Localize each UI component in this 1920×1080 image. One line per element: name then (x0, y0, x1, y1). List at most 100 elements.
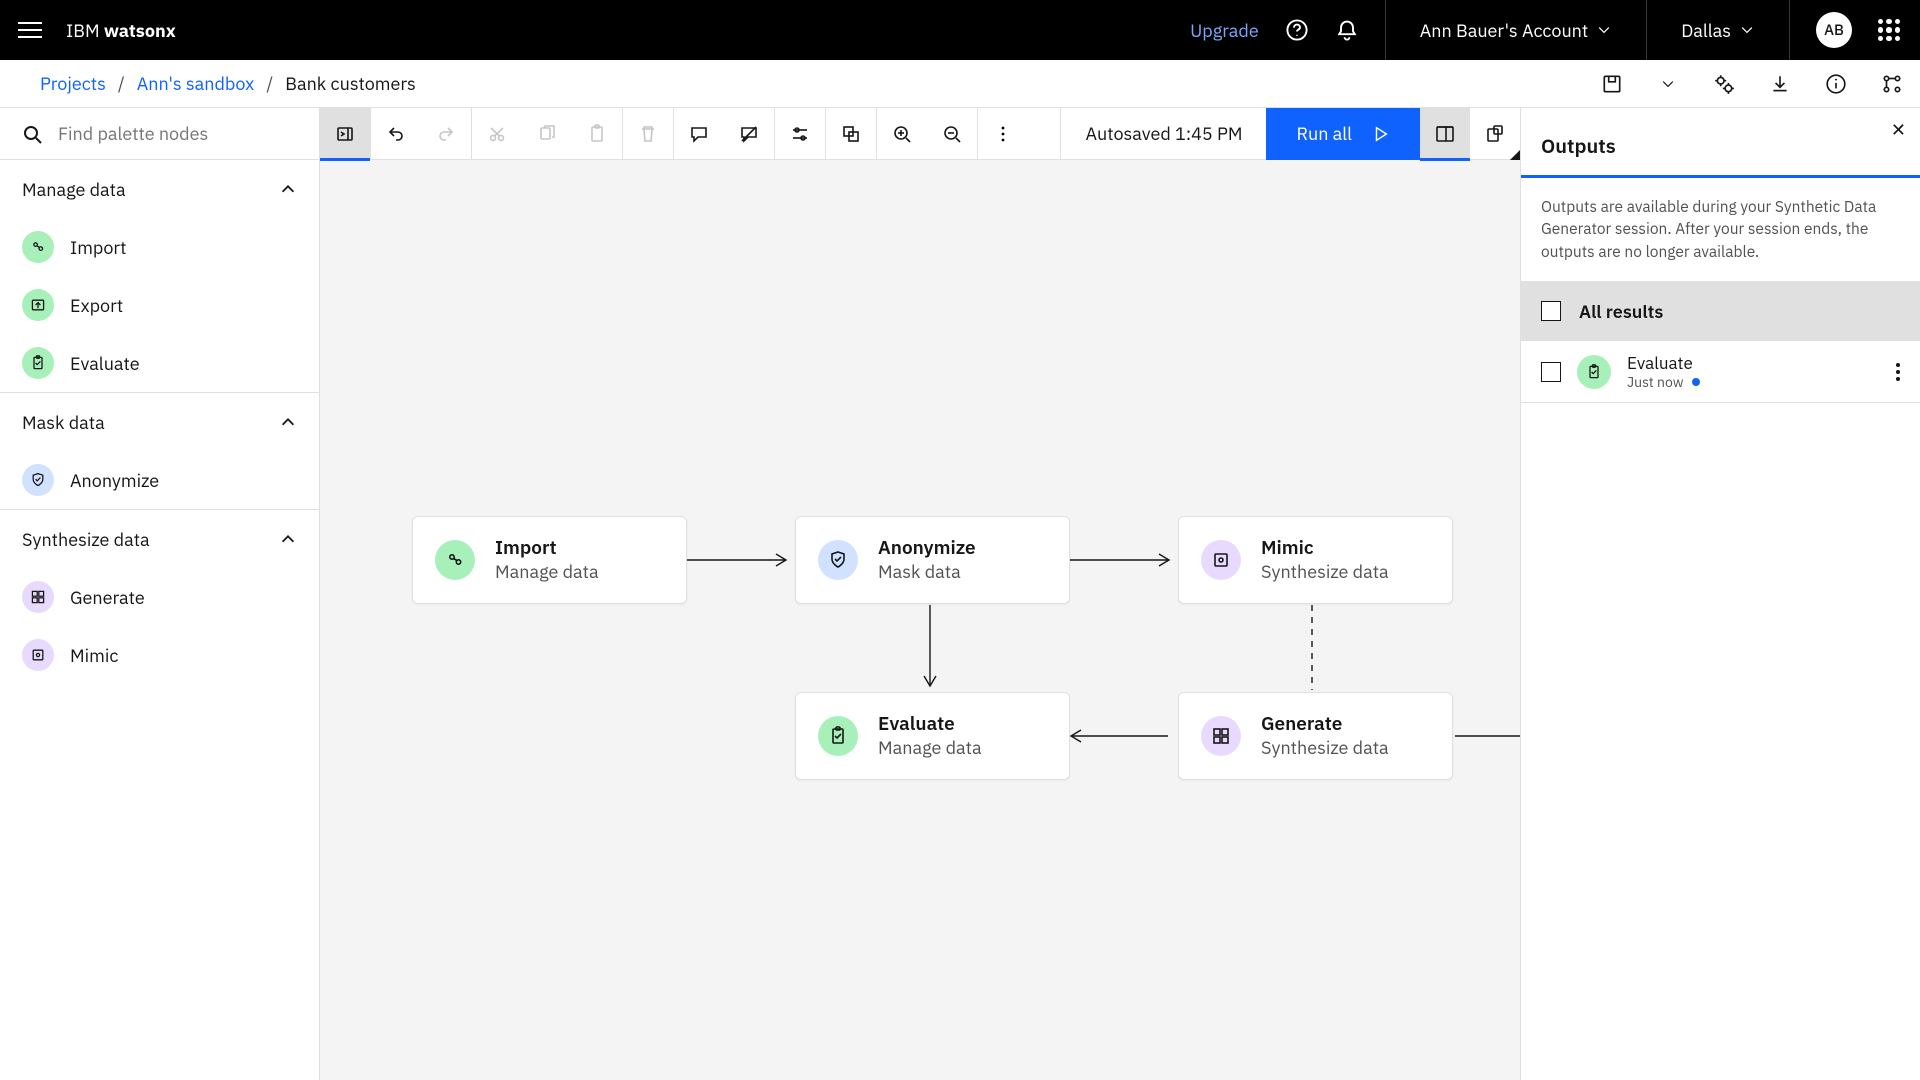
brand-prefix: IBM (66, 19, 104, 42)
chevron-down-icon (1739, 22, 1755, 38)
toggle-palette-button[interactable] (320, 108, 370, 160)
node-subtitle: Mask data (878, 560, 976, 583)
breadcrumb-current: Bank customers (285, 72, 416, 95)
search-icon (22, 124, 42, 144)
output-overflow-menu[interactable] (1896, 363, 1900, 381)
node-subtitle: Manage data (495, 560, 599, 583)
palette-section-synthesize-data[interactable]: Synthesize data (0, 510, 319, 568)
node-subtitle: Manage data (878, 736, 982, 759)
section-title: Manage data (22, 178, 126, 201)
palette-item-mimic[interactable]: Mimic (0, 626, 319, 684)
redo-button[interactable] (421, 108, 471, 160)
import-icon (22, 231, 54, 263)
palette-search-input[interactable] (58, 122, 297, 145)
mimic-icon (1201, 540, 1241, 580)
export-icon (22, 289, 54, 321)
node-anonymize[interactable]: Anonymize Mask data (795, 516, 1070, 604)
close-icon[interactable]: ✕ (1891, 118, 1906, 141)
hamburger-menu[interactable] (18, 18, 42, 42)
outputs-heading: Outputs (1521, 108, 1920, 178)
breadcrumb-parent[interactable]: Ann's sandbox (137, 72, 255, 95)
canvas[interactable]: Import Manage data Anonymize Mask data M… (320, 160, 1520, 1080)
breadcrumb-sep: / (118, 72, 125, 95)
help-icon[interactable] (1285, 18, 1309, 42)
section-title: Mask data (22, 411, 105, 434)
region-switcher[interactable]: Dallas (1673, 19, 1763, 42)
zoom-out-button[interactable] (927, 108, 977, 160)
play-icon (1372, 125, 1390, 143)
palette-section-manage-data[interactable]: Manage data (0, 160, 319, 218)
toolbar: Autosaved 1:45 PM Run all (320, 108, 1520, 160)
outputs-panel-toggle[interactable] (1420, 108, 1470, 160)
node-mimic[interactable]: Mimic Synthesize data (1178, 516, 1453, 604)
breadcrumb-sep: / (266, 72, 273, 95)
add-comment-button[interactable] (674, 108, 724, 160)
app-switcher-icon[interactable] (1878, 19, 1900, 41)
save-menu-chevron[interactable] (1640, 60, 1696, 108)
arrange-button[interactable] (826, 108, 876, 160)
all-results-label: All results (1579, 300, 1663, 323)
evaluate-icon (22, 347, 54, 379)
node-evaluate[interactable]: Evaluate Manage data (795, 692, 1070, 780)
info-icon[interactable] (1808, 60, 1864, 108)
save-button[interactable] (1584, 60, 1640, 108)
status-dot-icon (1692, 378, 1700, 386)
delete-button[interactable] (623, 108, 673, 160)
anonymize-icon (818, 540, 858, 580)
configure-button[interactable] (775, 108, 825, 160)
notifications-icon[interactable] (1335, 18, 1359, 42)
palette-item-export[interactable]: Export (0, 276, 319, 334)
settings-icon[interactable] (1696, 60, 1752, 108)
zoom-in-button[interactable] (877, 108, 927, 160)
palette-item-evaluate[interactable]: Evaluate (0, 334, 319, 392)
undo-button[interactable] (371, 108, 421, 160)
import-icon (435, 540, 475, 580)
output-item[interactable]: Evaluate Just now (1521, 341, 1920, 403)
run-all-button[interactable]: Run all (1266, 108, 1420, 160)
breadcrumb-bar: Projects / Ann's sandbox / Bank customer… (0, 60, 1920, 108)
overflow-menu-button[interactable] (978, 108, 1028, 160)
node-subtitle: Synthesize data (1261, 560, 1389, 583)
remove-comment-button[interactable] (724, 108, 774, 160)
node-title: Anonymize (878, 537, 976, 560)
node-import[interactable]: Import Manage data (412, 516, 687, 604)
palette-section-mask-data[interactable]: Mask data (0, 393, 319, 451)
canvas-area: Autosaved 1:45 PM Run all (320, 108, 1520, 1080)
output-title: Evaluate (1627, 353, 1880, 373)
palette-item-label: Generate (70, 586, 145, 609)
all-results-checkbox[interactable] (1541, 301, 1561, 321)
node-generate[interactable]: Generate Synthesize data (1178, 692, 1453, 780)
evaluate-icon (818, 716, 858, 756)
palette-item-import[interactable]: Import (0, 218, 319, 276)
popout-button[interactable] (1470, 108, 1520, 160)
topbar: IBM watsonx Upgrade Ann Bauer's Account … (0, 0, 1920, 60)
output-checkbox[interactable] (1541, 362, 1561, 382)
brand-bold: watsonx (104, 19, 176, 42)
mimic-icon (22, 639, 54, 671)
flow-view-icon[interactable] (1864, 60, 1920, 108)
generate-icon (22, 581, 54, 613)
download-icon[interactable] (1752, 60, 1808, 108)
outputs-panel: ✕ Outputs Outputs are available during y… (1520, 108, 1920, 1080)
palette-item-anonymize[interactable]: Anonymize (0, 451, 319, 509)
outputs-all-row: All results (1521, 281, 1920, 341)
palette-item-label: Export (70, 294, 123, 317)
upgrade-link[interactable]: Upgrade (1190, 19, 1259, 42)
account-switcher[interactable]: Ann Bauer's Account (1412, 19, 1621, 42)
palette-item-generate[interactable]: Generate (0, 568, 319, 626)
avatar[interactable]: AB (1816, 12, 1852, 48)
output-time: Just now (1627, 373, 1684, 391)
palette-item-label: Mimic (70, 644, 118, 667)
paste-button[interactable] (572, 108, 622, 160)
breadcrumb-root[interactable]: Projects (40, 72, 106, 95)
palette-item-label: Import (70, 236, 126, 259)
cut-button[interactable] (472, 108, 522, 160)
palette-item-label: Anonymize (70, 469, 159, 492)
copy-button[interactable] (522, 108, 572, 160)
breadcrumb: Projects / Ann's sandbox / Bank customer… (40, 72, 416, 95)
run-all-label: Run all (1296, 122, 1352, 145)
chevron-up-icon (279, 413, 297, 431)
node-title: Import (495, 537, 599, 560)
node-title: Mimic (1261, 537, 1389, 560)
node-title: Generate (1261, 713, 1389, 736)
